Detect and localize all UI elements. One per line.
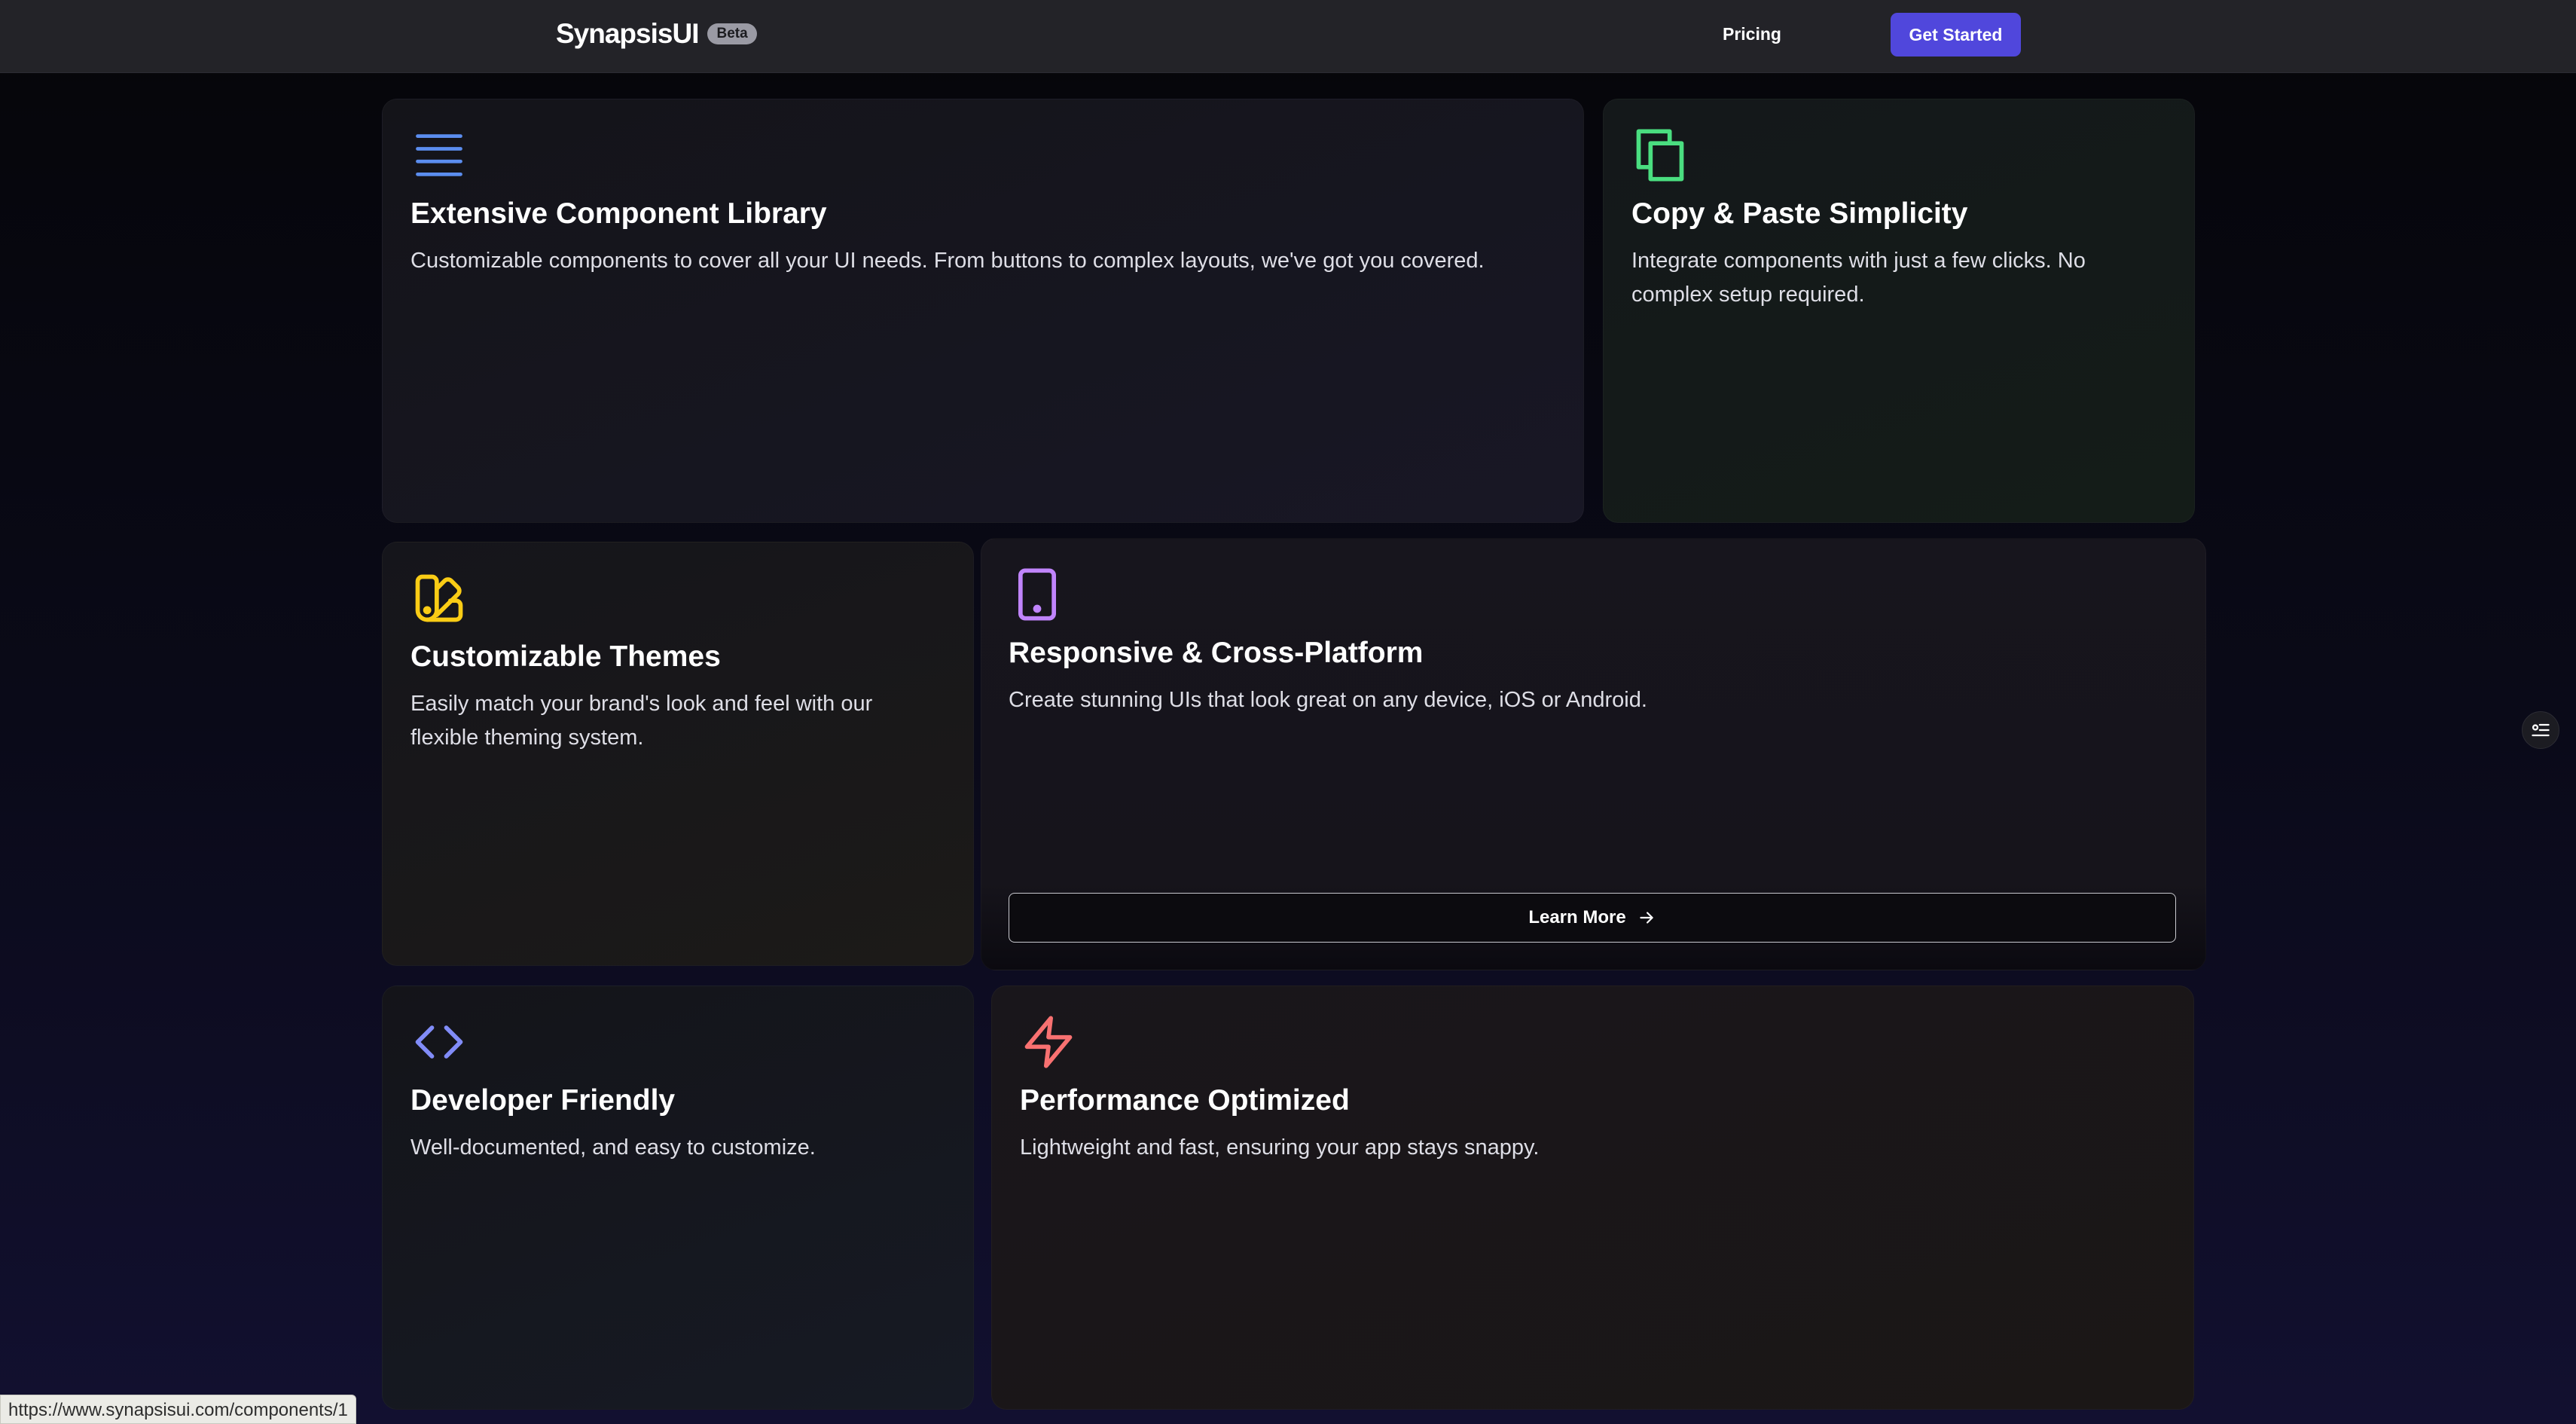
copy-icon: [1631, 127, 1689, 184]
arrow-right-icon: [1640, 912, 1653, 924]
feature-description: Customizable components to cover all you…: [411, 249, 1485, 273]
get-started-button[interactable]: Get Started: [1891, 13, 2021, 57]
feature-card-responsive[interactable]: Responsive & Cross-Platform Create stunn…: [981, 538, 2206, 970]
top-navbar: SynapsisUI Beta Pricing Get Started: [0, 0, 2576, 73]
feature-card-performance[interactable]: Performance Optimized Lightweight and fa…: [991, 985, 2194, 1410]
feature-description: Well-documented, and easy to customize.: [411, 1135, 816, 1160]
feature-description: Create stunning UIs that look great on a…: [1009, 688, 1647, 712]
learn-more-button[interactable]: Learn More: [1009, 893, 2176, 943]
settings-toggle-icon: [2532, 723, 2550, 737]
beta-badge: Beta: [707, 23, 757, 44]
learn-more-label: Learn More: [1528, 907, 1626, 927]
nav-link-pricing[interactable]: Pricing: [1723, 24, 1781, 44]
status-bar-url: https://www.synapsisui.com/components/1: [0, 1395, 356, 1424]
feature-title: Copy & Paste Simplicity: [1631, 197, 1968, 230]
feature-title: Performance Optimized: [1020, 1084, 1350, 1117]
smartphone-icon: [1009, 566, 1066, 623]
zap-icon: [1020, 1013, 1077, 1071]
swatch-book-icon: [411, 570, 468, 627]
code-icon: [411, 1013, 468, 1071]
feature-card-copy-paste[interactable]: Copy & Paste Simplicity Integrate compon…: [1603, 99, 2195, 523]
feature-card-component-library[interactable]: Extensive Component Library Customizable…: [382, 99, 1584, 523]
floating-settings-button[interactable]: [2522, 711, 2559, 749]
feature-title: Responsive & Cross-Platform: [1009, 637, 1424, 669]
feature-title: Customizable Themes: [411, 640, 721, 673]
feature-card-themes[interactable]: Customizable Themes Easily match your br…: [382, 542, 974, 966]
feature-title: Extensive Component Library: [411, 197, 827, 230]
feature-description: Integrate components with just a few cli…: [1631, 249, 2086, 307]
brand-logo-text[interactable]: SynapsisUI: [556, 18, 699, 50]
feature-description: Lightweight and fast, ensuring your app …: [1020, 1135, 1540, 1160]
brand[interactable]: SynapsisUI Beta: [556, 18, 757, 50]
menu-lines-icon: [411, 127, 468, 184]
feature-description: Easily match your brand's look and feel …: [411, 692, 873, 750]
feature-card-developer[interactable]: Developer Friendly Well-documented, and …: [382, 985, 974, 1410]
feature-title: Developer Friendly: [411, 1084, 676, 1117]
